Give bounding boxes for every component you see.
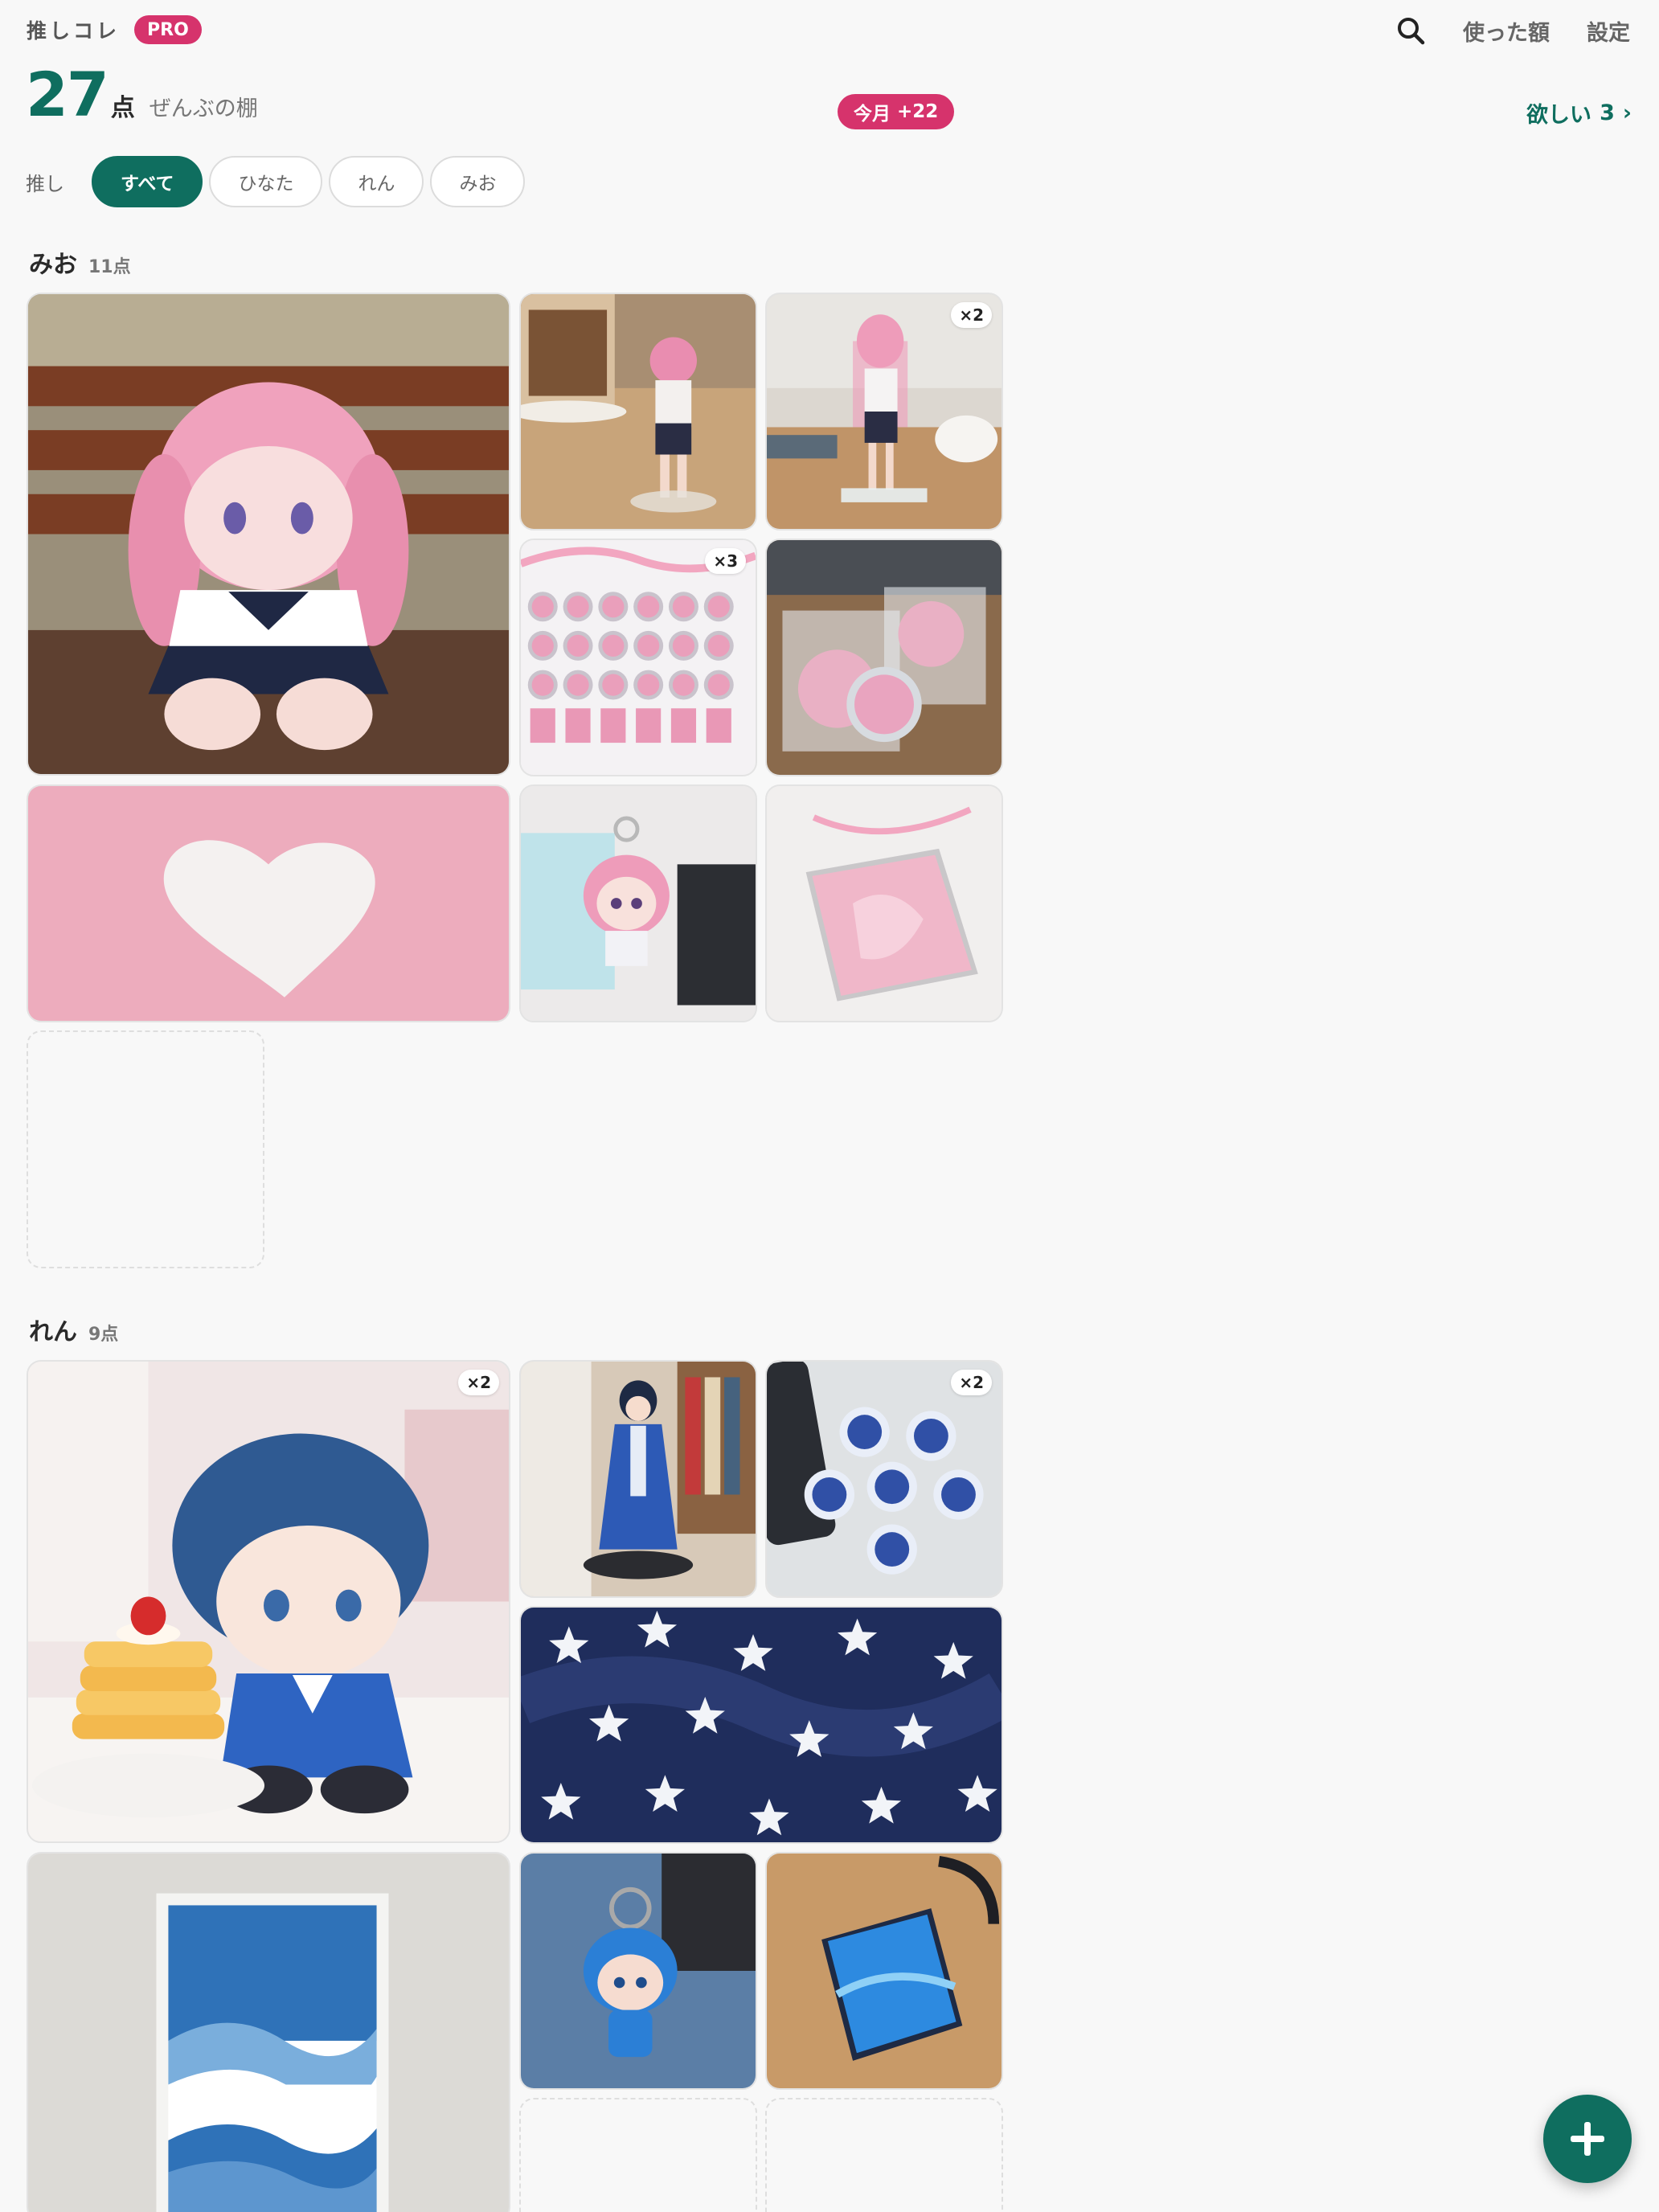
acrylic-stand-photo	[521, 294, 756, 529]
item-tile-towel[interactable]	[27, 784, 510, 1022]
cd-photo	[767, 786, 1002, 1021]
section-header-mio: みお 11点	[29, 244, 131, 280]
section-header-ren: れん 9点	[29, 1312, 118, 1347]
settings-link[interactable]: 設定	[1587, 15, 1630, 47]
item-tile-empty[interactable]	[519, 2098, 757, 2212]
item-tile-star-towel[interactable]	[519, 1606, 1003, 1844]
section-name: みお	[29, 251, 77, 279]
item-tile-plush[interactable]	[27, 293, 510, 776]
blue-figure-photo	[521, 1362, 756, 1596]
chip-ren[interactable]: れん	[329, 156, 424, 207]
quantity-badge: ×3	[705, 548, 746, 574]
can-badges-photo	[767, 540, 1002, 775]
chip-all[interactable]: すべて	[92, 156, 203, 207]
filter-label: 推し	[26, 172, 64, 195]
month-badge-value: +22	[897, 101, 939, 122]
item-tile-poster[interactable]	[27, 1852, 510, 2212]
item-tile-blue-plush[interactable]: ×2	[27, 1360, 510, 1843]
keychain-photo	[521, 786, 756, 1021]
header-actions: 使った額 設定	[1395, 13, 1630, 48]
item-count: 27 点 ぜんぶの棚	[26, 64, 258, 129]
brand: 推しコレ PRO	[27, 15, 202, 44]
item-tile-keychain[interactable]	[519, 784, 757, 1022]
badge-sheet-photo	[521, 540, 756, 775]
wishlist-label: 欲しい	[1526, 102, 1592, 128]
item-tile-empty[interactable]	[765, 2098, 1003, 2212]
quantity-badge: ×2	[951, 1370, 992, 1395]
wishlist-count: 3	[1600, 100, 1615, 125]
section-count: 9点	[88, 1325, 119, 1345]
acrylic-stand-photo-2	[767, 294, 1002, 529]
spent-link[interactable]: 使った額	[1463, 15, 1550, 47]
item-tile-acrylic-stand[interactable]	[519, 293, 757, 530]
search-icon[interactable]	[1395, 15, 1426, 46]
chip-mio[interactable]: みお	[430, 156, 526, 207]
item-tile-blue-figure[interactable]	[519, 1360, 757, 1598]
blue-cd-photo	[767, 1854, 1002, 2088]
count-unit: 点	[110, 94, 135, 122]
quantity-badge: ×2	[458, 1370, 499, 1395]
section-name: れん	[29, 1318, 77, 1346]
chip-hinata[interactable]: ひなた	[209, 156, 323, 207]
towel-photo	[28, 786, 509, 1021]
month-badge[interactable]: 今月 +22	[838, 94, 955, 129]
item-tile-blue-cd[interactable]	[765, 1852, 1003, 2090]
app-title: 推しコレ	[27, 19, 121, 43]
star-towel-photo	[521, 1608, 1002, 1842]
shelf-label: ぜんぶの棚	[149, 96, 258, 121]
item-tile-cd[interactable]	[765, 784, 1003, 1022]
item-tile-rubber-keychain[interactable]	[519, 1852, 757, 2090]
plush-photo	[28, 294, 509, 774]
item-tile-can-badges[interactable]	[765, 539, 1003, 776]
item-tile-blue-badges[interactable]: ×2	[765, 1360, 1003, 1598]
item-tile-empty[interactable]	[27, 1030, 264, 1268]
wishlist-link[interactable]: 欲しい 3 ›	[1526, 96, 1632, 129]
add-item-button[interactable]	[1543, 2095, 1632, 2183]
item-tile-acrylic-stand-2[interactable]: ×2	[765, 293, 1003, 530]
month-badge-label: 今月	[854, 104, 891, 125]
count-number: 27	[26, 59, 109, 130]
item-tile-badge-sheet[interactable]: ×3	[519, 539, 757, 776]
blue-badges-photo	[767, 1362, 1002, 1596]
rubber-keychain-photo	[521, 1854, 756, 2088]
section-count: 11点	[88, 257, 131, 277]
oshi-filter: 推し すべて ひなた れん みお	[26, 156, 526, 207]
pro-badge: PRO	[134, 15, 202, 44]
chevron-right-icon: ›	[1622, 100, 1632, 125]
quantity-badge: ×2	[951, 302, 992, 328]
blue-plush-photo	[28, 1362, 509, 1841]
plus-icon	[1571, 2122, 1604, 2156]
poster-photo	[28, 1854, 509, 2212]
